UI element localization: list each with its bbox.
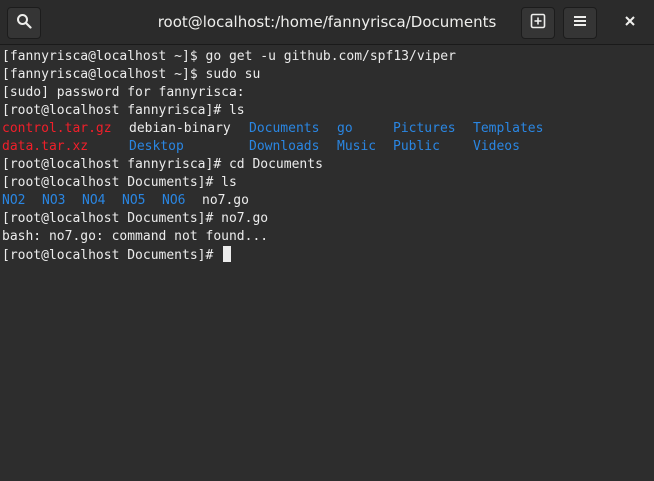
directory-entry: NO2 [2, 193, 26, 208]
directory-entry: Public [393, 139, 440, 154]
file-entry: debian-binary [129, 121, 231, 136]
ls-output-row: control.tar.gz debian-binary Documents go Pi… [2, 120, 654, 138]
prompt: [root@localhost Documents]# [2, 248, 222, 263]
new-tab-icon [530, 13, 546, 34]
hamburger-menu-icon [573, 14, 587, 33]
terminal-line: [fannyrisca@localhost ~]$ go get -u gith… [2, 49, 456, 64]
prompt-line[interactable]: [root@localhost Documents]# [2, 246, 654, 264]
directory-entry: Templates [473, 121, 544, 136]
terminal-line: [root@localhost fannyrisca]# ls [2, 103, 245, 118]
directory-entry: Videos [473, 139, 520, 154]
directory-entry: Music [337, 139, 377, 154]
directory-entry: Downloads [249, 139, 320, 154]
directory-entry: NO3 [42, 193, 66, 208]
directory-entry: NO4 [82, 193, 106, 208]
ls-output-row: NO2 NO3 NO4 NO5 NO6 no7.go [2, 192, 654, 210]
terminal-window: root@localhost:/home/fannyrisca/Document… [0, 0, 654, 481]
headerbar: root@localhost:/home/fannyrisca/Document… [0, 0, 654, 45]
terminal-line: [root@localhost fannyrisca]# cd Document… [2, 157, 323, 172]
menu-button[interactable] [563, 7, 597, 39]
terminal-line: bash: no7.go: command not found... [2, 229, 269, 244]
close-icon [624, 14, 636, 32]
directory-entry: NO5 [122, 193, 146, 208]
terminal-output[interactable]: [fannyrisca@localhost ~]$ go get -u gith… [0, 45, 654, 481]
close-button[interactable] [613, 7, 647, 39]
text-cursor [223, 246, 232, 262]
ls-output-row: data.tar.xz Desktop Downloads Music Public Vi… [2, 138, 654, 156]
directory-entry: Pictures [393, 121, 456, 136]
search-icon [16, 13, 32, 34]
search-button[interactable] [7, 7, 41, 39]
directory-entry: Desktop [129, 139, 184, 154]
directory-entry: NO6 [162, 193, 186, 208]
terminal-line: [root@localhost Documents]# ls [2, 175, 237, 190]
directory-entry: Documents [249, 121, 320, 136]
terminal-line: [root@localhost Documents]# no7.go [2, 211, 269, 226]
file-entry: data.tar.xz [2, 139, 89, 154]
file-entry: control.tar.gz [2, 121, 112, 136]
window-title: root@localhost:/home/fannyrisca/Document… [157, 13, 497, 31]
terminal-line: [sudo] password for fannyrisca: [2, 85, 245, 100]
file-entry: no7.go [202, 193, 249, 208]
terminal-line: [fannyrisca@localhost ~]$ sudo su [2, 67, 261, 82]
directory-entry: go [337, 121, 353, 136]
new-tab-button[interactable] [521, 7, 555, 39]
